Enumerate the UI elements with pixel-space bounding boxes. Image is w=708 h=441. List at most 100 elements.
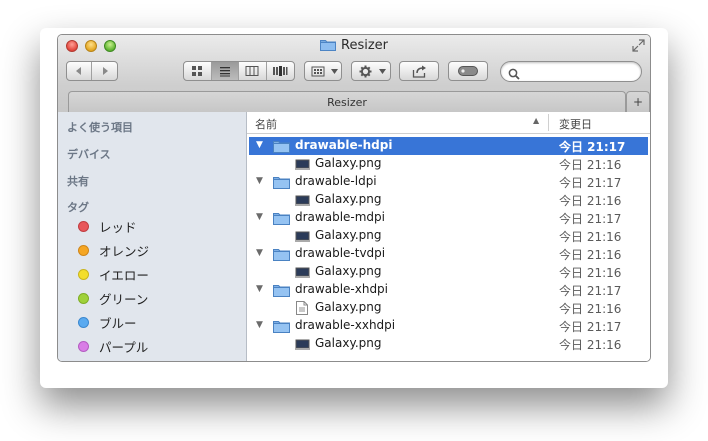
column-header: 名前 ▲ 変更日 <box>247 112 650 134</box>
window-title: Resizer <box>58 38 650 55</box>
file-name: drawable-xxhdpi <box>295 318 396 332</box>
arrange-icon <box>311 66 325 77</box>
fullscreen-icon[interactable] <box>632 39 645 52</box>
finder-window: Resizer Resizer + よく使う項目 デバイス 共有 タグ レッド … <box>57 34 651 362</box>
table-row[interactable]: Galaxy.png 今日 21:16 <box>249 335 648 353</box>
disclosure-triangle-icon[interactable]: ▼ <box>256 248 263 258</box>
date-modified: 今日 21:17 <box>559 320 622 334</box>
back-button[interactable] <box>67 62 93 80</box>
sidebar-item-label: パープル <box>99 339 149 355</box>
disclosure-triangle-icon[interactable]: ▼ <box>256 284 263 294</box>
folder-icon <box>273 211 290 228</box>
column-view-button[interactable] <box>239 62 267 80</box>
document-file-icon <box>296 301 308 318</box>
sidebar-item-tag-yellow[interactable]: イエロー <box>78 265 149 283</box>
green-tag-dot-icon <box>78 292 89 304</box>
image-file-icon <box>295 337 310 354</box>
arrange-button[interactable] <box>304 61 342 81</box>
folder-icon <box>273 283 290 300</box>
coverflow-view-button[interactable] <box>267 62 294 80</box>
file-list: 名前 ▲ 変更日 ▼ drawable-hdpi 今日 21:17 Galaxy… <box>247 112 650 361</box>
sidebar-item-tag-blue[interactable]: ブルー <box>78 313 137 331</box>
name-column-header[interactable]: 名前 <box>255 116 277 132</box>
file-name: Galaxy.png <box>315 300 382 314</box>
table-row[interactable]: ▼ drawable-xxhdpi 今日 21:17 <box>249 317 648 335</box>
edit-tags-button[interactable] <box>448 61 488 81</box>
date-modified-column-header[interactable]: 変更日 <box>559 116 592 132</box>
sidebar-header-shared[interactable]: 共有 <box>67 173 89 189</box>
image-file-icon <box>295 229 310 246</box>
sort-ascending-icon: ▲ <box>533 116 540 125</box>
file-name: drawable-ldpi <box>295 174 377 188</box>
table-row[interactable]: ▼ drawable-xhdpi 今日 21:17 <box>249 281 648 299</box>
sidebar-item-tag-green[interactable]: グリーン <box>78 289 148 307</box>
date-modified: 今日 21:16 <box>559 266 622 280</box>
blue-tag-dot-icon <box>78 316 89 328</box>
folder-icon <box>273 139 290 156</box>
window-title-text: Resizer <box>341 38 388 53</box>
sidebar-item-tag-red[interactable]: レッド <box>78 217 137 235</box>
date-modified: 今日 21:16 <box>559 248 622 262</box>
disclosure-triangle-icon[interactable]: ▼ <box>256 176 263 186</box>
date-modified: 今日 21:17 <box>559 176 622 190</box>
disclosure-triangle-icon[interactable]: ▼ <box>256 212 263 222</box>
file-name: Galaxy.png <box>315 264 382 278</box>
sidebar-item-label: イエロー <box>99 267 149 283</box>
view-mode-control <box>183 61 295 81</box>
column-view-icon <box>245 66 259 76</box>
date-modified: 今日 21:17 <box>559 212 622 226</box>
date-modified: 今日 21:17 <box>559 284 622 298</box>
sidebar: よく使う項目 デバイス 共有 タグ レッド オレンジ イエロー グリーン ブルー… <box>58 112 247 361</box>
chevron-down-icon <box>331 69 338 74</box>
search-field[interactable] <box>500 61 642 82</box>
table-row[interactable]: Galaxy.png 今日 21:16 <box>249 155 648 173</box>
chevron-down-icon <box>379 69 386 74</box>
sidebar-header-favorites[interactable]: よく使う項目 <box>67 119 133 135</box>
gear-icon <box>359 65 372 78</box>
table-row[interactable]: Galaxy.png 今日 21:16 <box>249 191 648 209</box>
forward-button[interactable] <box>92 62 117 80</box>
new-tab-button[interactable]: + <box>626 91 650 113</box>
plus-icon: + <box>632 95 644 109</box>
back-forward-control <box>66 61 118 81</box>
sidebar-item-label: オレンジ <box>99 243 150 259</box>
share-icon <box>412 65 426 78</box>
table-row[interactable]: Galaxy.png 今日 21:16 <box>249 299 648 317</box>
table-row[interactable]: Galaxy.png 今日 21:16 <box>249 263 648 281</box>
sidebar-item-label: レッド <box>99 219 137 235</box>
share-button[interactable] <box>399 61 439 81</box>
search-icon <box>508 65 520 84</box>
tab-label: Resizer <box>327 96 367 109</box>
tag-icon <box>458 66 478 76</box>
icon-view-button[interactable] <box>184 62 212 80</box>
table-row[interactable]: Galaxy.png 今日 21:16 <box>249 227 648 245</box>
table-row[interactable]: ▼ drawable-ldpi 今日 21:17 <box>249 173 648 191</box>
image-file-icon <box>295 193 310 210</box>
action-button[interactable] <box>351 61 391 81</box>
table-row[interactable]: ▼ drawable-hdpi 今日 21:17 <box>249 137 648 155</box>
list-view-button[interactable] <box>211 62 239 80</box>
date-modified: 今日 21:16 <box>559 158 622 172</box>
table-row[interactable]: ▼ drawable-tvdpi 今日 21:16 <box>249 245 648 263</box>
sidebar-header-devices[interactable]: デバイス <box>67 146 111 162</box>
disclosure-triangle-icon[interactable]: ▼ <box>256 140 263 150</box>
folder-icon <box>273 247 290 264</box>
red-tag-dot-icon <box>78 220 89 232</box>
purple-tag-dot-icon <box>78 340 89 352</box>
sidebar-item-label: グリーン <box>99 291 149 307</box>
sidebar-item-tag-purple[interactable]: パープル <box>78 337 148 355</box>
table-row[interactable]: ▼ drawable-mdpi 今日 21:17 <box>249 209 648 227</box>
orange-tag-dot-icon <box>78 244 89 256</box>
search-input[interactable] <box>523 64 639 81</box>
folder-icon <box>320 38 336 55</box>
date-modified: 今日 21:16 <box>559 338 622 352</box>
file-name: drawable-hdpi <box>295 138 393 152</box>
image-file-icon <box>295 265 310 282</box>
date-modified: 今日 21:17 <box>559 140 626 154</box>
sidebar-item-tag-orange[interactable]: オレンジ <box>78 241 149 259</box>
column-divider[interactable] <box>548 114 549 131</box>
sidebar-header-tags[interactable]: タグ <box>67 199 89 215</box>
image-file-icon <box>295 157 310 174</box>
disclosure-triangle-icon[interactable]: ▼ <box>256 320 263 330</box>
tab-resizer[interactable]: Resizer <box>68 91 626 113</box>
